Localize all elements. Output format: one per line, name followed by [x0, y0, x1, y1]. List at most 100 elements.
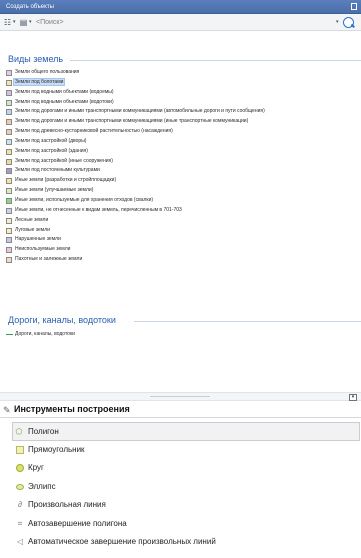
polygon-swatch-icon [6, 99, 12, 106]
template-item[interactable]: Земли под водными объектами (водотоки) [6, 98, 361, 108]
template-item[interactable]: Нарушенные земли [6, 235, 361, 245]
construction-tools-icon: ✎ [3, 405, 11, 415]
template-label: Земли под древесно-кустарниковой растите… [15, 128, 173, 135]
polygon-swatch-icon [6, 197, 12, 204]
template-label: Земли под водными объектами (водотоки) [15, 98, 114, 105]
freehand-icon: ∂ [18, 500, 22, 509]
polygon-swatch-icon [6, 129, 12, 136]
template-label: Луговые земли [15, 226, 50, 233]
autocomplete-polygon-icon: ⌗ [17, 518, 23, 528]
rectangle-icon [16, 445, 24, 454]
template-item[interactable]: Пахотные и залежные земли [6, 255, 361, 265]
polygon-swatch-icon [6, 148, 12, 155]
template-label: Земли под постоянными культурами [15, 167, 100, 174]
polygon-swatch-icon [6, 138, 12, 145]
polygon-swatch-icon [6, 178, 12, 185]
template-label: Иные земли (улучшаемые земли) [15, 187, 94, 194]
circle-icon [16, 464, 24, 472]
polygon-swatch-icon [6, 158, 12, 165]
polygon-swatch-icon [6, 237, 12, 244]
template-label: Земли под дорогами и иными транспортными… [15, 118, 249, 125]
template-item[interactable]: Земли под застройкой (дворы) [6, 137, 361, 147]
polygon-swatch-icon [6, 70, 12, 76]
template-label: Земли под застройкой (иные сооружения) [15, 157, 113, 164]
template-label: Земли под застройкой (дворы) [15, 137, 87, 144]
template-item[interactable]: Земли общего пользования [6, 68, 361, 78]
polygon-swatch-icon [6, 168, 12, 175]
construction-tools-title: Инструменты построения [14, 404, 130, 414]
window-title: Создать объекты [6, 4, 54, 10]
template-item[interactable]: Луговые земли [6, 226, 361, 236]
polygon-swatch-icon [6, 257, 12, 264]
template-label: Пахотные и залежные земли [15, 256, 83, 263]
template-item[interactable]: Земли под древесно-кустарниковой растите… [6, 127, 361, 137]
template-label: Дороги, каналы, водотоки [15, 331, 75, 337]
search-options-chevron-icon[interactable]: ▾ [336, 19, 339, 25]
layer-template-icon[interactable]: ☷ [3, 18, 12, 27]
tool-label: Полигон [28, 427, 59, 436]
chevron-down-icon[interactable]: ▾ [13, 19, 16, 25]
ellipse-icon [16, 483, 24, 490]
polygon-swatch-icon [6, 79, 12, 86]
template-label: Земли под застройкой (здания) [15, 147, 88, 154]
polygon-swatch-icon [6, 227, 12, 234]
template-label: Земли под водными объектами (водоемы) [15, 88, 114, 95]
tool-item[interactable]: ◁ Автоматическое завершение произвольных … [14, 533, 360, 552]
polygon-swatch-icon [6, 188, 12, 195]
tool-label: Автозавершение полигона [28, 518, 127, 528]
template-label: Иные земли, используемые для хранения от… [15, 196, 154, 203]
group-header-roads[interactable]: Дороги, каналы, водотоки [8, 315, 116, 325]
tool-item[interactable]: Круг [14, 459, 360, 478]
template-item[interactable]: Иные земли (улучшаемые земли) [6, 186, 361, 196]
pane-splitter[interactable]: ▾ [0, 392, 361, 401]
tool-label: Автоматическое завершение произвольных л… [28, 537, 216, 546]
group-divider [134, 321, 361, 322]
construction-tools-header: ✎ Инструменты построения [0, 402, 361, 418]
polygon-swatch-icon [6, 109, 12, 116]
template-item[interactable]: Земли под водными объектами (водоемы) [6, 88, 361, 98]
tool-label: Эллипс [28, 481, 56, 491]
polygon-icon: ⬠ [15, 427, 23, 436]
template-item[interactable]: Неиспользуемые земли [6, 245, 361, 255]
template-item[interactable]: Земли под дорогами и иными транспортными… [6, 107, 361, 117]
tool-item[interactable]: Эллипс [14, 478, 360, 497]
template-label: Земли под дорогами и иными транспортными… [15, 108, 265, 115]
polygon-swatch-icon [6, 89, 12, 96]
organize-templates-icon[interactable]: ▤ [19, 18, 28, 27]
polygon-swatch-icon [6, 207, 12, 214]
group-header-land-types[interactable]: Виды земель [8, 54, 63, 64]
search-input[interactable] [36, 17, 336, 28]
template-label: Иные земли (разработки и стройплощадки) [15, 177, 117, 184]
pin-icon[interactable] [351, 3, 357, 10]
chevron-down-icon[interactable]: ▾ [29, 19, 32, 25]
template-item[interactable]: Лесные земли [6, 216, 361, 226]
template-item[interactable]: Земли под болотами [6, 77, 361, 88]
template-item-roads[interactable]: Дороги, каналы, водотоки [6, 330, 75, 338]
template-item[interactable]: Земли под дорогами и иными транспортными… [6, 117, 361, 127]
template-item[interactable]: Земли под застройкой (иные сооружения) [6, 157, 361, 167]
template-item[interactable]: Иные земли, используемые для хранения от… [6, 196, 361, 206]
template-item[interactable]: Земли под застройкой (здания) [6, 147, 361, 157]
tool-item[interactable]: ⬠ Полигон [12, 422, 360, 441]
splitter-grip[interactable] [150, 396, 210, 397]
line-swatch-icon [6, 334, 13, 335]
tool-label: Прямоугольник [28, 444, 85, 454]
template-item[interactable]: Земли под постоянными культурами [6, 166, 361, 176]
land-types-list: Земли общего пользования Земли под болота… [6, 68, 361, 265]
search-icon[interactable] [343, 17, 354, 28]
window-titlebar: Создать объекты [0, 0, 361, 14]
polygon-swatch-icon [6, 247, 12, 254]
autocomplete-freehand-icon: ◁ [16, 537, 24, 546]
polygon-swatch-icon [6, 119, 12, 126]
template-item[interactable]: Иные земли (разработки и стройплощадки) [6, 176, 361, 186]
construction-tools-list: ⬠ Полигон Прямоугольник Круг Эллипс ∂ Произвол… [12, 422, 360, 552]
template-label: Неиспользуемые земли [15, 246, 71, 253]
tool-item[interactable]: ∂ Произвольная линия [14, 496, 360, 515]
template-item[interactable]: Иные земли, не отнесенные к видам земель… [6, 206, 361, 216]
template-label: Лесные земли [15, 216, 49, 223]
template-label: Иные земли, не отнесенные к видам земель… [15, 206, 182, 213]
tool-label: Произвольная линия [28, 500, 106, 509]
collapse-toggle-button[interactable]: ▾ [349, 394, 357, 401]
tool-item[interactable]: ⌗ Автозавершение полигона [14, 515, 360, 534]
tool-item[interactable]: Прямоугольник [14, 441, 360, 460]
